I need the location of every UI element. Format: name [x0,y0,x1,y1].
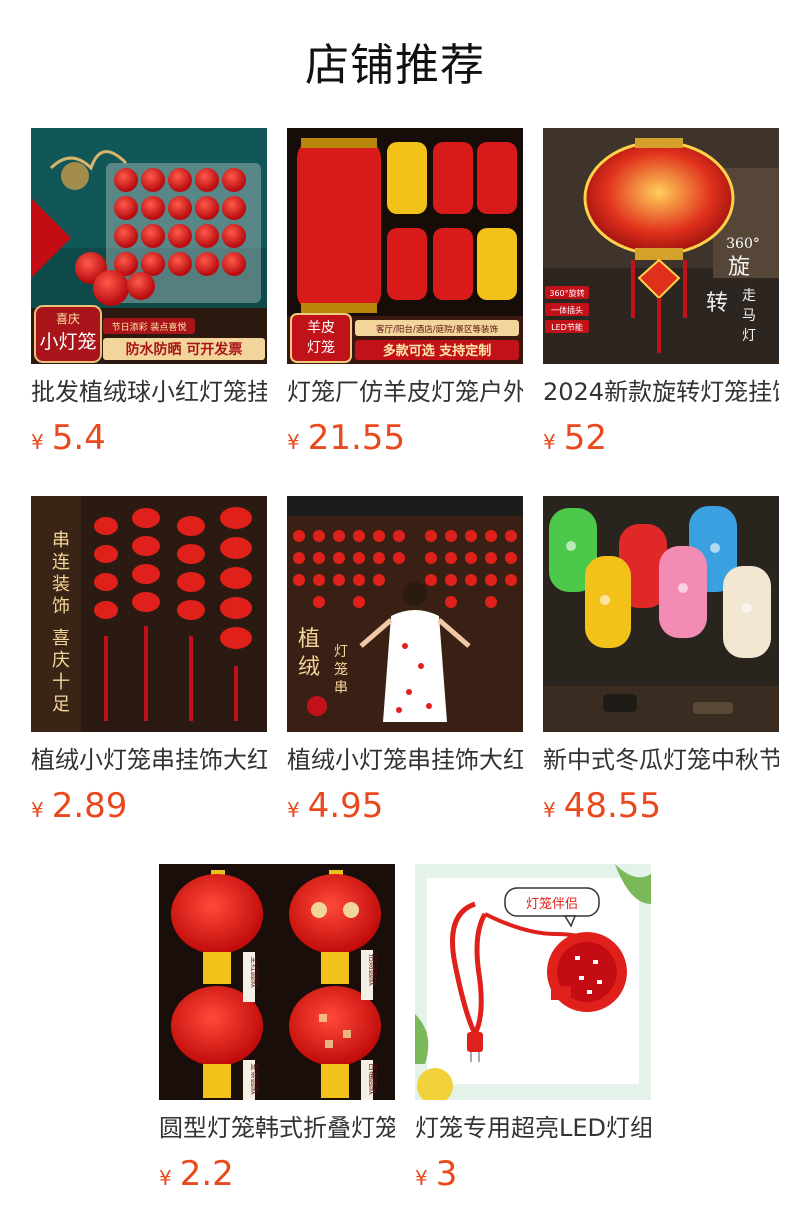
badge-text-1: 羊皮 [307,320,335,336]
product-price: ¥52 [543,418,607,458]
lantern-balls-image: 喜庆 小灯笼 节日添彩 装点喜悦 防水防晒 可开发票 [31,128,267,364]
product-image[interactable]: 喜庆 小灯笼 节日添彩 装点喜悦 防水防晒 可开发票 [31,128,267,364]
product-image[interactable]: 植 绒 灯 笼 串 [287,496,523,732]
side-text-3: 灯 [334,644,348,660]
product-image[interactable]: 灯笼伴侣 [415,864,651,1100]
product-title[interactable]: 灯笼专用超亮LED灯组 [415,1112,651,1144]
tag-3: 金条圆款 [250,1063,260,1095]
bubble-text: 灯笼伴侣 [526,896,578,912]
banner-text: 多款可选 支持定制 [383,343,492,359]
tag-2: 一体插头 [551,305,583,315]
product-title[interactable]: 批发植绒球小红灯笼挂饰 [31,376,267,408]
price-value: 21.55 [307,418,406,458]
currency-symbol: ¥ [31,798,44,822]
round-lanterns-image: 全红圆款 招财圆款 金条圆款 百福圆款 [159,864,395,1100]
tag-text: 节日添彩 装点喜悦 [112,321,187,333]
product-image[interactable]: 串 连 装 饰 喜 庆 十 足 [31,496,267,732]
product-price: ¥4.95 [287,786,383,826]
side-text-5: 喜 [52,628,70,649]
price-value: 3 [435,1154,458,1194]
product-image[interactable]: 全红圆款 招财圆款 金条圆款 百福圆款 [159,864,395,1100]
product-card[interactable]: 全红圆款 招财圆款 金条圆款 百福圆款 圆型灯笼韩式折叠灯笼 ¥2.2 [159,864,395,1204]
rotating-lantern-image: 360° 旋 转 走 马 灯 360°旋转 一体插头 LED节能 [543,128,779,364]
product-title[interactable]: 圆型灯笼韩式折叠灯笼 [159,1112,395,1144]
product-card[interactable]: 灯笼伴侣 灯笼专用超亮LED灯组 ¥3 [415,864,651,1204]
currency-symbol: ¥ [543,798,556,822]
tag-1: 全红圆款 [250,956,260,988]
product-title[interactable]: 2024新款旋转灯笼挂饰 [543,376,779,408]
currency-symbol: ¥ [287,430,300,454]
product-price: ¥48.55 [543,786,661,826]
badge-main-text: 小灯笼 [39,331,96,353]
price-value: 2.89 [51,786,128,826]
price-value: 48.55 [563,786,662,826]
product-grid: 喜庆 小灯笼 节日添彩 装点喜悦 防水防晒 可开发票 批发植绒球小红灯笼挂饰 ¥… [0,0,790,1232]
side-text-4: 马 [742,308,756,324]
currency-symbol: ¥ [31,430,44,454]
product-title[interactable]: 灯笼厂仿羊皮灯笼户外 [287,376,523,408]
led-light-set-image: 灯笼伴侣 [415,864,651,1100]
side-text-2: 绒 [298,655,320,680]
tag-text: 客厅/阳台/酒店/庭院/景区等装饰 [376,324,498,335]
side-text-5: 灯 [742,328,756,344]
product-title[interactable]: 新中式冬瓜灯笼中秋节 [543,744,779,776]
badge-text-2: 灯笼 [307,339,335,356]
tag-4: 百福圆款 [368,1063,378,1095]
side-text-3: 走 [742,288,756,304]
price-value: 5.4 [51,418,106,458]
tag-1: 360°旋转 [549,288,584,298]
side-text-7: 十 [52,672,70,693]
currency-symbol: ¥ [415,1166,428,1190]
product-card[interactable]: 串 连 装 饰 喜 庆 十 足 植绒小灯笼串挂饰大红 ¥2.89 [31,496,267,836]
side-text-6: 庆 [52,650,70,671]
product-card[interactable]: 新中式冬瓜灯笼中秋节 ¥48.55 [543,496,779,836]
banner-text: 防水防晒 可开发票 [126,341,243,358]
side-text-4: 笼 [334,661,348,678]
winter-melon-lanterns-image [543,496,779,732]
currency-symbol: ¥ [159,1166,172,1190]
side-text-1: 植 [298,627,320,652]
tag-3: LED节能 [551,322,583,332]
price-value: 2.2 [179,1154,234,1194]
product-card[interactable]: 羊皮 灯笼 客厅/阳台/酒店/庭院/景区等装饰 多款可选 支持定制 灯笼厂仿羊皮… [287,128,523,468]
currency-symbol: ¥ [543,430,556,454]
product-price: ¥21.55 [287,418,405,458]
product-price: ¥2.2 [159,1154,234,1194]
product-card[interactable]: 喜庆 小灯笼 节日添彩 装点喜悦 防水防晒 可开发票 批发植绒球小红灯笼挂饰 ¥… [31,128,267,468]
product-title[interactable]: 植绒小灯笼串挂饰大红 [287,744,523,776]
product-title[interactable]: 植绒小灯笼串挂饰大红 [31,744,267,776]
product-image[interactable]: 羊皮 灯笼 客厅/阳台/酒店/庭院/景区等装饰 多款可选 支持定制 [287,128,523,364]
side-text-8: 足 [52,694,70,715]
side-text-3: 装 [52,574,70,595]
side-text-1: 旋 [728,255,750,280]
deg-text: 360° [726,236,760,252]
badge-top-text: 喜庆 [56,312,80,326]
price-value: 52 [563,418,607,458]
lantern-curtain-image: 植 绒 灯 笼 串 [287,496,523,732]
lantern-string-image: 串 连 装 饰 喜 庆 十 足 [31,496,267,732]
product-price: ¥3 [415,1154,457,1194]
side-text-2: 连 [52,552,70,573]
currency-symbol: ¥ [287,798,300,822]
product-image[interactable] [543,496,779,732]
side-text-4: 饰 [52,596,70,617]
tag-2: 招财圆款 [368,954,378,986]
product-card[interactable]: 360° 旋 转 走 马 灯 360°旋转 一体插头 LED节能 2024新款旋… [543,128,779,468]
side-text-5: 串 [334,680,348,696]
product-card[interactable]: 植 绒 灯 笼 串 植绒小灯笼串挂饰大红 ¥4.95 [287,496,523,836]
side-text-2: 转 [706,291,728,316]
side-text-1: 串 [52,530,70,551]
product-price: ¥2.89 [31,786,127,826]
product-image[interactable]: 360° 旋 转 走 马 灯 360°旋转 一体插头 LED节能 [543,128,779,364]
sheepskin-lanterns-image: 羊皮 灯笼 客厅/阳台/酒店/庭院/景区等装饰 多款可选 支持定制 [287,128,523,364]
price-value: 4.95 [307,786,384,826]
product-price: ¥5.4 [31,418,106,458]
